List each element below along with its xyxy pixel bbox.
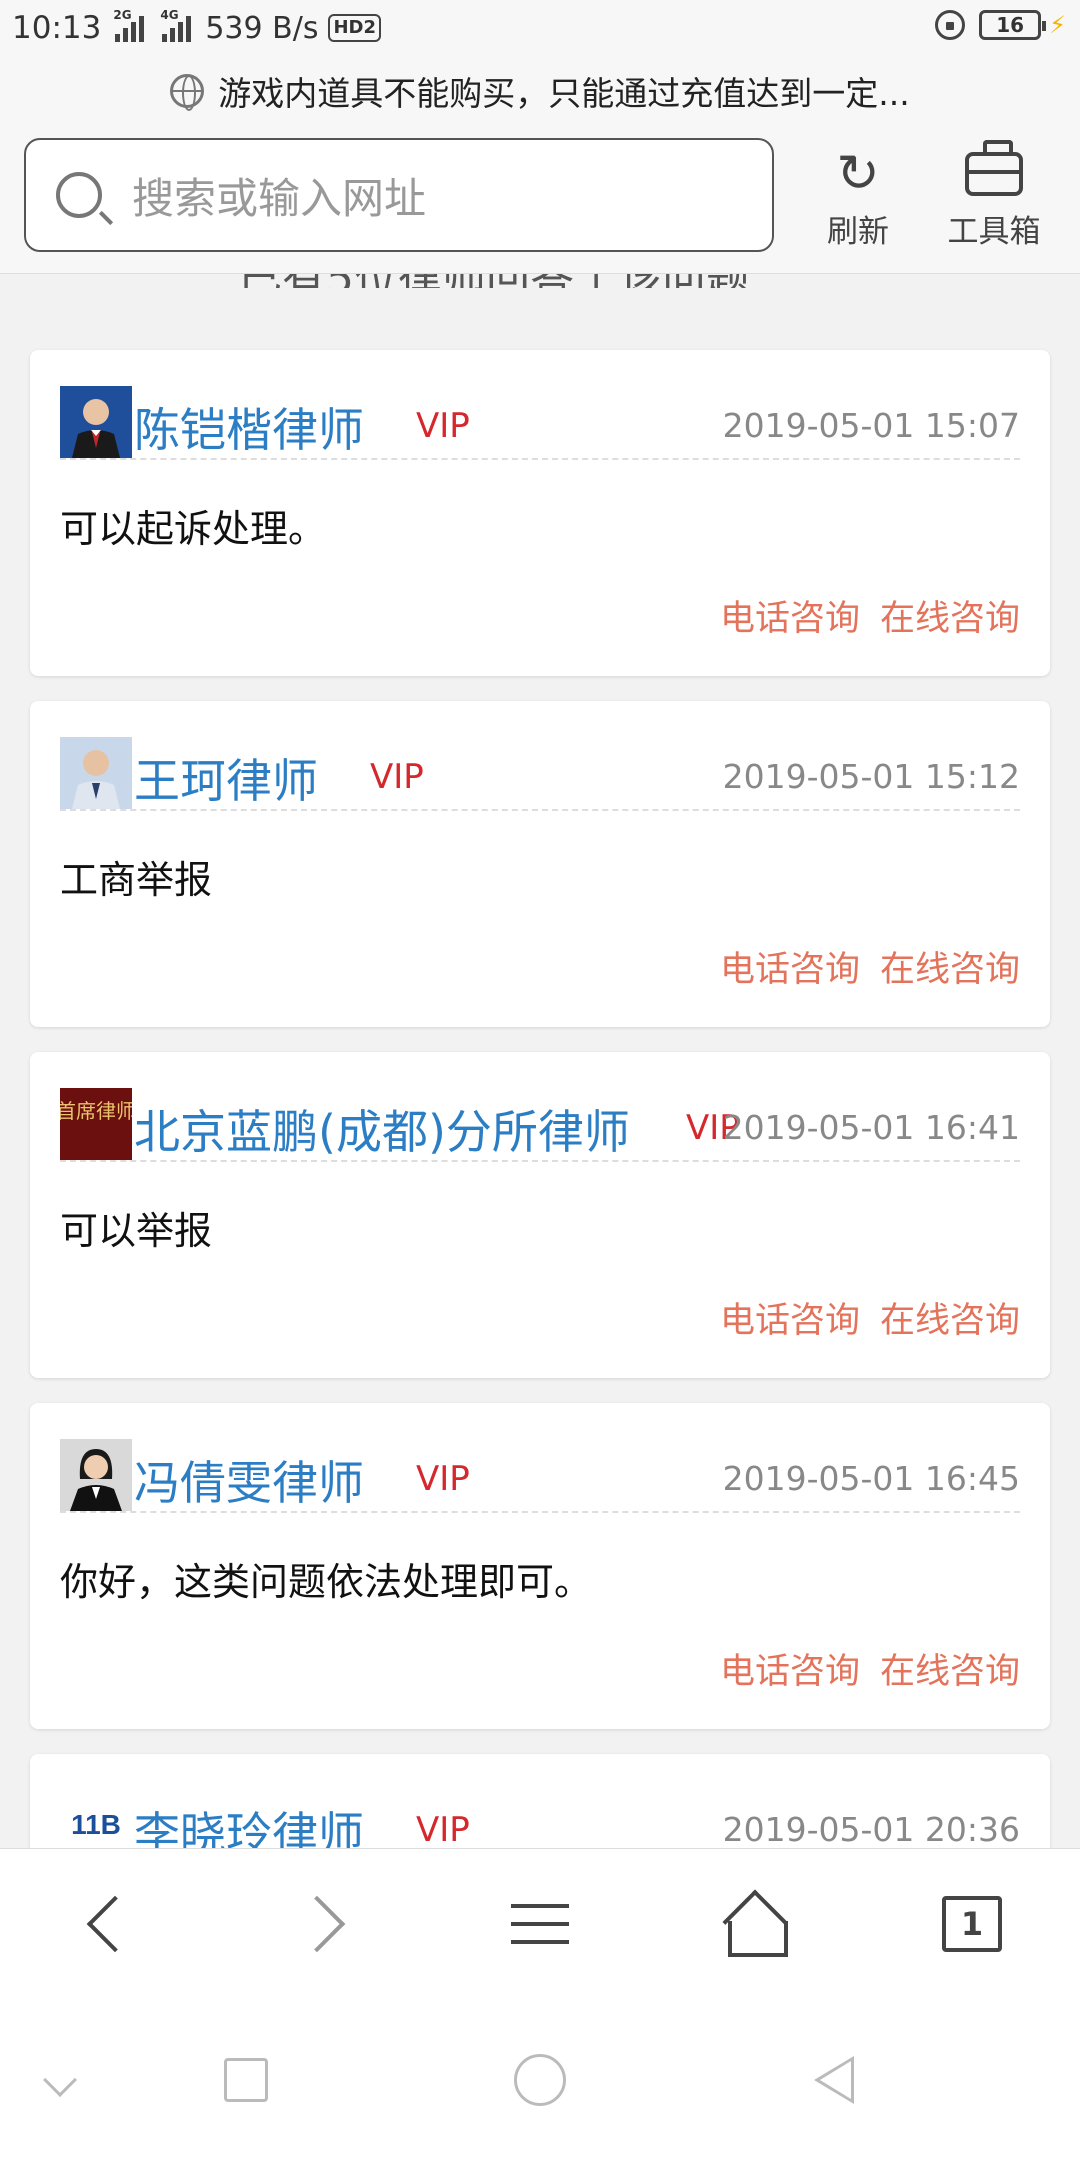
- lawyer-name[interactable]: 冯倩雯律师: [134, 1447, 364, 1513]
- rotation-lock-icon: [935, 10, 966, 40]
- online-consult-link[interactable]: 在线咨询: [880, 590, 1020, 641]
- refresh-label: 刷新: [827, 214, 889, 250]
- avatar[interactable]: [60, 1439, 132, 1511]
- hd-icon: HD2: [328, 14, 381, 42]
- vip-badge: VIP: [416, 1459, 470, 1499]
- triangle-back-icon: [814, 2056, 854, 2104]
- answer-card: 王珂律师 VIP 2019-05-01 15:12 工商举报 电话咨询 在线咨询: [30, 701, 1050, 1027]
- answer-text: 可以起诉处理。: [60, 507, 327, 551]
- lawyer-name[interactable]: 王珂律师: [134, 745, 318, 811]
- lawyer-name[interactable]: 北京蓝鹏(成都)分所律师: [134, 1096, 630, 1162]
- battery-icon: 16: [979, 10, 1047, 40]
- vip-badge: VIP: [370, 757, 424, 797]
- search-placeholder: 搜索或输入网址: [132, 173, 427, 223]
- answer-header: 首席律师 北京蓝鹏(成都)分所律师 VIP 2019-05-01 16:41: [60, 1088, 1020, 1162]
- chevron-left-icon: [86, 1895, 144, 1953]
- system-back-button[interactable]: [804, 2050, 864, 2110]
- globe-icon: [170, 74, 205, 111]
- svg-text:首席律师: 首席律师: [60, 1099, 132, 1123]
- clock: 10:13: [12, 10, 102, 46]
- phone-consult-link[interactable]: 电话咨询: [720, 1292, 860, 1343]
- answer-header: 王珂律师 VIP 2019-05-01 15:12: [60, 737, 1020, 811]
- answer-text: 你好，这类问题依法处理即可。: [60, 1560, 593, 1604]
- phone-consult-link[interactable]: 电话咨询: [720, 941, 860, 992]
- search-input[interactable]: 搜索或输入网址: [24, 138, 774, 252]
- menu-button[interactable]: [490, 1879, 590, 1969]
- chevron-down-icon: [43, 2063, 77, 2097]
- browser-bottom-nav: 1: [0, 1848, 1080, 2000]
- back-button[interactable]: [58, 1879, 158, 1969]
- tab-count: 1: [942, 1896, 1002, 1952]
- svg-text:11B: 11B: [71, 1809, 121, 1840]
- signal-icon: 2G: [113, 8, 145, 42]
- refresh-icon: ↻: [836, 144, 880, 204]
- avatar[interactable]: [60, 386, 132, 458]
- answer-text: 工商举报: [60, 858, 213, 902]
- online-consult-link[interactable]: 在线咨询: [880, 1292, 1020, 1343]
- online-consult-link[interactable]: 在线咨询: [880, 1643, 1020, 1694]
- charging-icon: ⚡: [1049, 11, 1066, 39]
- section-heading: 已有5位律师回答了该问题: [0, 274, 1080, 288]
- home-icon: [726, 1895, 788, 1957]
- phone-consult-link[interactable]: 电话咨询: [720, 1643, 860, 1694]
- vip-badge: VIP: [416, 1810, 470, 1850]
- answer-card: 陈铠楷律师 VIP 2019-05-01 15:07 可以起诉处理。 电话咨询 …: [30, 350, 1050, 676]
- page-title-bar[interactable]: 游戏内道具不能购买，只能通过充值达到一定...: [0, 56, 1080, 126]
- status-bar: 10:13 2G 4G 539 B/s HD2 16 ⚡: [0, 0, 1080, 56]
- phone-consult-link[interactable]: 电话咨询: [720, 590, 860, 641]
- answer-card: 首席律师 北京蓝鹏(成都)分所律师 VIP 2019-05-01 16:41 可…: [30, 1052, 1050, 1378]
- answer-time: 2019-05-01 15:12: [722, 757, 1020, 796]
- answer-time: 2019-05-01 16:45: [722, 1459, 1020, 1498]
- browser-toolbar: 搜索或输入网址 ↻ 刷新 工具箱: [0, 126, 1080, 274]
- home-button[interactable]: [706, 1879, 806, 1969]
- toolbox-label: 工具箱: [947, 214, 1041, 250]
- network-speed: 539 B/s: [205, 10, 319, 46]
- avatar[interactable]: 首席律师: [60, 1088, 132, 1160]
- chevron-right-icon: [288, 1895, 346, 1953]
- answer-text: 可以举报: [60, 1209, 213, 1253]
- search-icon: [56, 172, 102, 218]
- answer-header: 陈铠楷律师 VIP 2019-05-01 15:07: [60, 386, 1020, 460]
- answer-header: 冯倩雯律师 VIP 2019-05-01 16:45: [60, 1439, 1020, 1513]
- avatar[interactable]: [60, 737, 132, 809]
- toolbox-button[interactable]: 工具箱: [934, 140, 1054, 262]
- answer-time: 2019-05-01 15:07: [722, 406, 1020, 445]
- menu-icon: [511, 1904, 569, 1944]
- vip-badge: VIP: [416, 406, 470, 446]
- forward-button[interactable]: [274, 1879, 374, 1969]
- square-icon: [224, 2058, 268, 2102]
- circle-icon: [514, 2054, 566, 2106]
- answer-card: 冯倩雯律师 VIP 2019-05-01 16:45 你好，这类问题依法处理即可…: [30, 1403, 1050, 1729]
- signal-icon-2: 4G: [160, 8, 192, 42]
- answer-time: 2019-05-01 20:36: [722, 1810, 1020, 1849]
- system-home-button[interactable]: [510, 2050, 570, 2110]
- tabs-button[interactable]: 1: [922, 1879, 1022, 1969]
- online-consult-link[interactable]: 在线咨询: [880, 941, 1020, 992]
- refresh-button[interactable]: ↻ 刷新: [798, 142, 918, 262]
- answer-time: 2019-05-01 16:41: [722, 1108, 1020, 1147]
- system-nav-bar: [0, 2000, 1080, 2160]
- toolbox-icon: [965, 140, 1023, 196]
- recents-button[interactable]: [216, 2050, 276, 2110]
- page-title: 游戏内道具不能购买，只能通过充值达到一定...: [218, 74, 910, 113]
- hide-nav-button[interactable]: [30, 2050, 90, 2110]
- lawyer-name[interactable]: 陈铠楷律师: [134, 394, 364, 460]
